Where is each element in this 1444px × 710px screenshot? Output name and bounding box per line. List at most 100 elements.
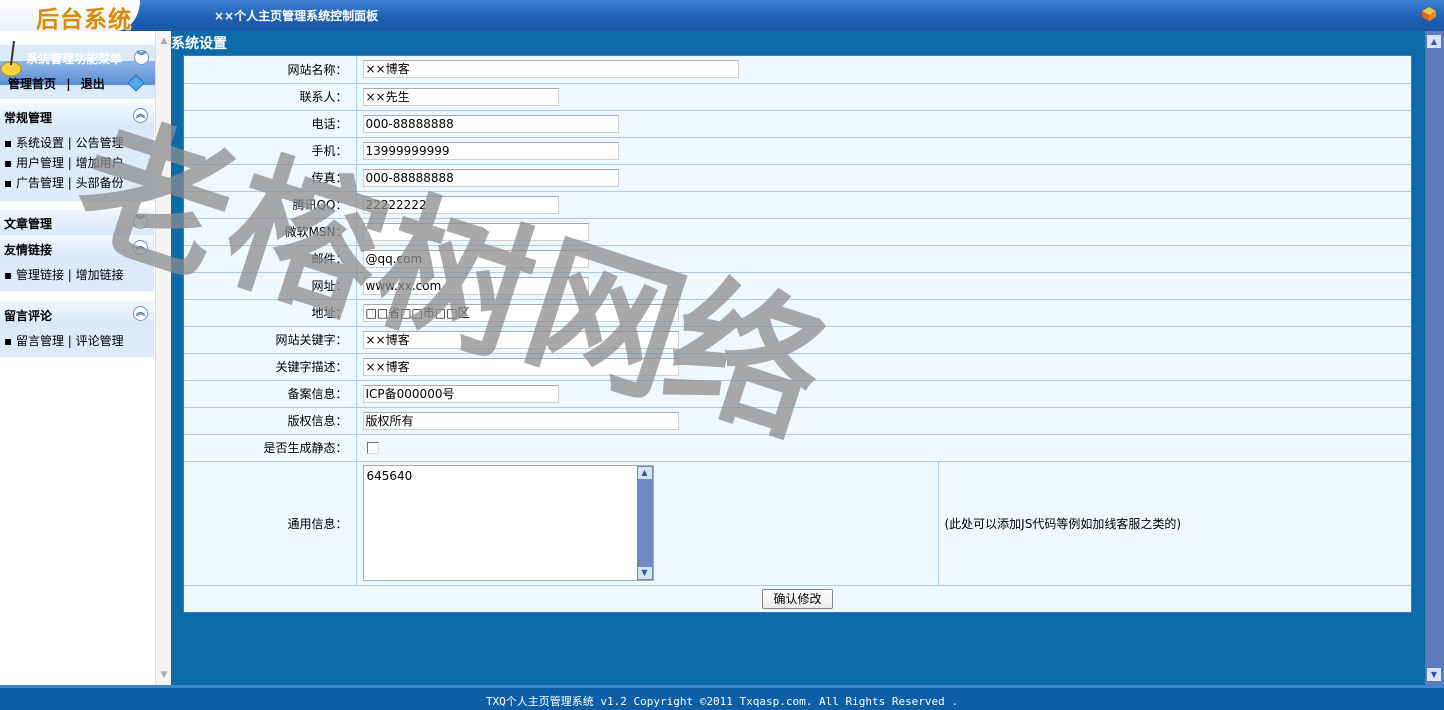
submit-button[interactable]: 确认修改 xyxy=(762,588,833,609)
form-row: 邮件： @qq.com xyxy=(184,245,1411,273)
section-title: 留言评论 xyxy=(4,309,53,323)
sidebar-item-links[interactable]: ▪ 管理链接 | 增加链接 xyxy=(0,265,154,285)
section-general: 常规管理 ︽ ▪ 系统设置 | 公告管理 ▪ 用户管理 | 增加用户 ▪ 广告管… xyxy=(0,103,154,201)
site-name-input[interactable]: ××博客 xyxy=(362,60,739,79)
page-title: 系统设置 xyxy=(171,36,227,52)
field-label: 地址： xyxy=(184,299,357,327)
scroll-up-icon[interactable]: ▲ xyxy=(1426,34,1442,49)
field-label: 电话： xyxy=(184,110,357,138)
form-row: 网址： www.xx.com xyxy=(184,272,1411,300)
field-label: 联系人： xyxy=(184,83,357,111)
field-label: 邮件： xyxy=(184,245,357,273)
scroll-down-icon[interactable]: ▼ xyxy=(1426,667,1442,682)
email-input[interactable]: @qq.com xyxy=(362,249,589,268)
form-row: 通用信息： 645640 ▲ ▼ (此处可以添加JS代码等例如加线客服之类的) xyxy=(184,461,1411,586)
section-title: 文章管理 xyxy=(4,217,53,231)
logout-link[interactable]: 退出 xyxy=(81,77,105,91)
section-title: 友情链接 xyxy=(4,243,53,257)
contact-input[interactable]: ××先生 xyxy=(362,87,559,106)
section-links: 友情链接 ︽ ▪ 管理链接 | 增加链接 xyxy=(0,235,154,291)
sidebar-scrollbar[interactable]: ▲ ▼ xyxy=(155,31,171,685)
sidebar-menu-title: 系统管理功能菜单 xyxy=(26,52,123,66)
settings-table: 网站名称： ××博客 联系人： ××先生 电话： 000-88888888 手机… xyxy=(184,56,1411,612)
collapse-icon[interactable]: ︽ xyxy=(133,240,148,255)
link-separator: | xyxy=(66,77,71,91)
scroll-down-icon[interactable]: ▼ xyxy=(636,566,653,580)
collapse-icon[interactable]: ︽ xyxy=(133,108,148,123)
form-row: 关键字描述： ××博客 xyxy=(184,353,1411,381)
scroll-up-icon[interactable]: ▲ xyxy=(636,466,653,480)
form-row: 微软MSN： xyxy=(184,218,1411,246)
form-row: 传真： 000-88888888 xyxy=(184,164,1411,192)
logo-area: 后台系统 xyxy=(0,0,140,33)
form-row: 网站名称： ××博客 xyxy=(184,56,1411,84)
section-articles: 文章管理 ︾ xyxy=(0,209,154,235)
form-row: 是否生成静态： xyxy=(184,434,1411,462)
msn-input[interactable] xyxy=(362,222,589,241)
textarea-scrollbar[interactable]: ▲ ▼ xyxy=(636,466,653,580)
form-row: 备案信息： ICP备000000号 xyxy=(184,380,1411,408)
field-label: 网站名称： xyxy=(184,56,357,84)
form-row: 地址： □□省□□市□□区 xyxy=(184,299,1411,327)
section-header[interactable]: 留言评论 ︽ xyxy=(0,301,154,327)
field-label: 是否生成静态： xyxy=(184,434,357,462)
address-input[interactable]: □□省□□市□□区 xyxy=(362,303,679,322)
static-checkbox[interactable] xyxy=(366,442,379,454)
description-input[interactable]: ××博客 xyxy=(362,357,679,376)
field-label: 通用信息： xyxy=(184,461,357,586)
copyright-text: TXQ个人主页管理系统 v1.2 Copyright ©2011 Txqasp.… xyxy=(485,695,959,708)
section-title: 常规管理 xyxy=(4,111,53,125)
collapse-icon[interactable]: ︽ xyxy=(133,306,148,321)
panel-title: ××个人主页管理系统控制面板 xyxy=(214,9,379,23)
website-input[interactable]: www.xx.com xyxy=(362,276,589,295)
main-panel: 系统设置 网站名称： ××博客 联系人： ××先生 电话： 000-888888… xyxy=(171,31,1425,685)
footer: TXQ个人主页管理系统 v1.2 Copyright ©2011 Txqasp.… xyxy=(0,685,1444,710)
copyright-input[interactable]: 版权所有 xyxy=(362,411,679,430)
field-label: 传真： xyxy=(184,164,357,192)
sidebar-item-comments[interactable]: ▪ 留言管理 | 评论管理 xyxy=(0,331,154,351)
section-comments: 留言评论 ︽ ▪ 留言管理 | 评论管理 xyxy=(0,301,154,357)
sidebar-item-ads[interactable]: ▪ 广告管理 | 头部备份 xyxy=(0,173,154,193)
expand-icon[interactable]: ︾ xyxy=(133,214,148,229)
user-icon xyxy=(127,74,145,92)
common-info-note: (此处可以添加JS代码等例如加线客服之类的) xyxy=(937,461,1411,586)
form-row: 电话： 000-88888888 xyxy=(184,110,1411,138)
sidebar-quick-links: 管理首页 | 退出 xyxy=(8,75,111,92)
phone-input[interactable]: 000-88888888 xyxy=(362,114,619,133)
sidebar: 系统管理功能菜单 ︾ 管理首页 | 退出 常规管理 ︽ ▪ 系统设置 | 公告管… xyxy=(0,31,155,685)
keywords-input[interactable]: ××博客 xyxy=(362,330,679,349)
fax-input[interactable]: 000-88888888 xyxy=(362,168,619,187)
textarea-content: 645640 xyxy=(366,469,413,483)
logo-text: 后台系统 xyxy=(36,6,132,33)
field-label: 网站关键字： xyxy=(184,326,357,354)
form-row: 腾讯QQ： 22222222 xyxy=(184,191,1411,219)
scroll-down-icon[interactable]: ▼ xyxy=(158,669,170,681)
common-info-textarea[interactable]: 645640 ▲ ▼ xyxy=(362,465,654,581)
field-label: 版权信息： xyxy=(184,407,357,435)
section-header[interactable]: 常规管理 ︽ xyxy=(0,103,154,129)
settings-form: 网站名称： ××博客 联系人： ××先生 电话： 000-88888888 手机… xyxy=(183,55,1412,613)
top-header: 后台系统 ××个人主页管理系统控制面板 xyxy=(0,0,1444,33)
sidebar-item-users[interactable]: ▪ 用户管理 | 增加用户 xyxy=(0,153,154,173)
sidebar-item-system[interactable]: ▪ 系统设置 | 公告管理 xyxy=(0,133,154,153)
section-header[interactable]: 友情链接 ︽ xyxy=(0,235,154,261)
field-label: 网址： xyxy=(184,272,357,300)
form-row: 网站关键字： ××博客 xyxy=(184,326,1411,354)
icp-input[interactable]: ICP备000000号 xyxy=(362,384,559,403)
field-label: 腾讯QQ： xyxy=(184,191,357,219)
sidebar-header: 系统管理功能菜单 ︾ 管理首页 | 退出 xyxy=(0,40,155,99)
main-scrollbar[interactable]: ▲ ▼ xyxy=(1425,31,1444,685)
scroll-up-icon[interactable]: ▲ xyxy=(158,35,170,47)
mobile-input[interactable]: 13999999999 xyxy=(362,141,619,160)
form-row: 版权信息： 版权所有 xyxy=(184,407,1411,435)
broom-icon xyxy=(0,40,22,77)
field-label: 手机： xyxy=(184,137,357,165)
admin-home-link[interactable]: 管理首页 xyxy=(8,77,56,91)
form-row: 联系人： ××先生 xyxy=(184,83,1411,111)
collapse-all-icon[interactable]: ︾ xyxy=(134,50,149,65)
field-label: 微软MSN： xyxy=(184,218,357,246)
home-cube-icon[interactable] xyxy=(1421,6,1437,22)
section-header[interactable]: 文章管理 ︾ xyxy=(0,209,154,235)
form-row: 手机： 13999999999 xyxy=(184,137,1411,165)
qq-input[interactable]: 22222222 xyxy=(362,195,559,214)
